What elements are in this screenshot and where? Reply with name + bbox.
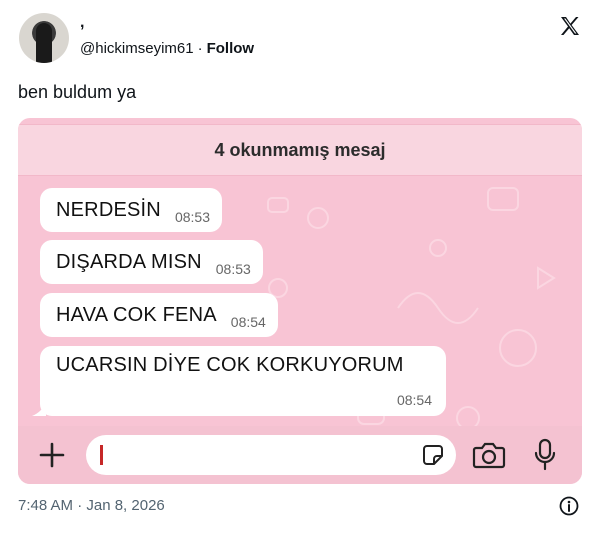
message-bubble[interactable]: DIŞARDA MISN 08:53	[40, 240, 263, 284]
message-text: DIŞARDA MISN	[56, 250, 202, 273]
message-bubble[interactable]: UCARSIN DİYE COK KORKUYORUM 08:54	[40, 346, 446, 416]
follow-button[interactable]: Follow	[207, 40, 255, 57]
text-cursor	[100, 445, 103, 465]
message-text: HAVA COK FENA	[56, 303, 217, 326]
display-name[interactable]: ,	[80, 14, 84, 32]
message-time: 08:53	[215, 261, 251, 277]
message-time: 08:54	[230, 314, 266, 330]
tweet-timestamp[interactable]: 7:48 AM · Jan 8, 2026	[18, 497, 165, 514]
avatar[interactable]	[19, 13, 69, 63]
camera-icon[interactable]	[472, 441, 506, 469]
message-time: 08:53	[174, 209, 210, 225]
plus-icon[interactable]	[38, 441, 66, 469]
bubble-tail	[32, 402, 46, 416]
message-text: UCARSIN DİYE COK KORKUYORUM	[56, 354, 404, 376]
tweet-text: ben buldum ya	[18, 82, 137, 102]
chat-screenshot[interactable]: 4 okunmamış mesaj NERDESİN 08:53 DIŞARDA…	[18, 118, 582, 484]
handle[interactable]: @hickimseyim61	[80, 40, 194, 57]
microphone-icon[interactable]	[534, 438, 556, 472]
message-bubble[interactable]: HAVA COK FENA 08:54	[40, 293, 278, 337]
info-icon[interactable]	[559, 496, 579, 516]
message-input[interactable]	[86, 435, 456, 475]
sticker-icon[interactable]	[422, 444, 444, 466]
author-line: @hickimseyim61 · Follow	[80, 40, 254, 57]
message-time: 08:54	[396, 392, 432, 408]
unread-messages-banner: 4 okunmamış mesaj	[18, 124, 582, 176]
message-input-bar	[18, 426, 582, 484]
x-logo-icon[interactable]	[558, 14, 582, 38]
separator: ·	[197, 40, 203, 57]
message-bubble[interactable]: NERDESİN 08:53	[40, 188, 222, 232]
message-text: NERDESİN	[56, 198, 161, 221]
